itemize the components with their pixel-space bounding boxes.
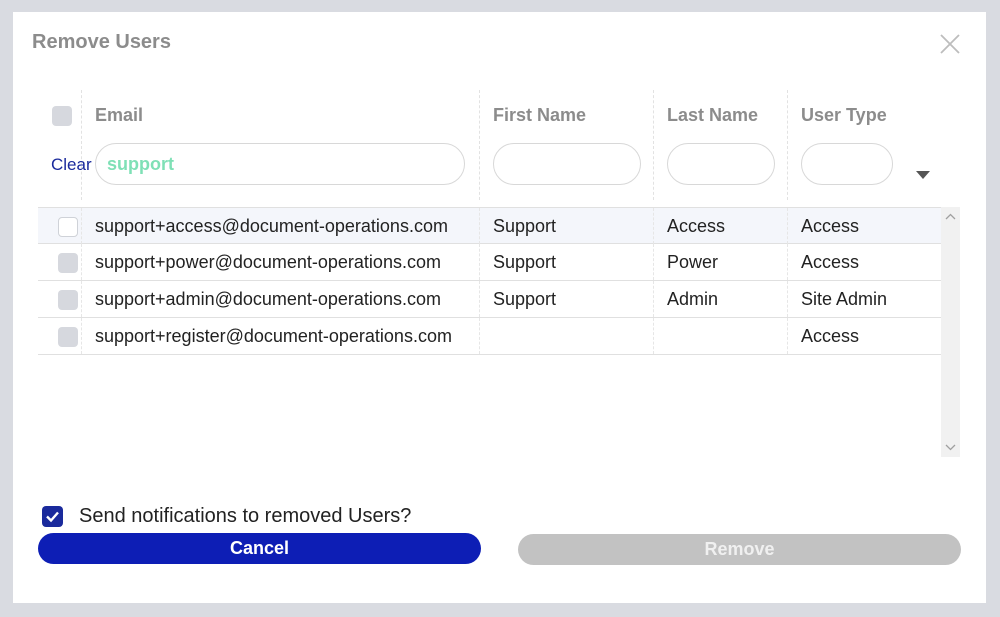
remove-button[interactable]: Remove xyxy=(518,534,961,565)
dialog-title: Remove Users xyxy=(32,31,171,53)
table-header: Clear Email First Name Last Name User Ty… xyxy=(38,90,941,200)
row-user-type: Access xyxy=(801,252,860,272)
table-scrollbar[interactable] xyxy=(941,207,960,457)
row-email: support+admin@document-operations.com xyxy=(95,289,441,309)
table-row[interactable]: support+register@document-operations.com… xyxy=(38,318,941,355)
close-icon[interactable] xyxy=(938,32,962,56)
email-filter-input[interactable] xyxy=(95,143,465,185)
first-name-column-header: First Name xyxy=(480,90,654,200)
row-last-name: Power xyxy=(667,252,719,272)
row-last-name: Admin xyxy=(667,289,719,309)
row-last-name xyxy=(654,326,667,346)
select-all-column: Clear xyxy=(38,90,92,200)
last-name-filter-input[interactable] xyxy=(667,143,775,185)
row-first-name xyxy=(480,326,493,346)
first-name-filter-input[interactable] xyxy=(493,143,641,185)
first-name-header[interactable]: First Name xyxy=(493,105,586,126)
row-email: support+access@document-operations.com xyxy=(95,216,448,236)
row-user-type: Access xyxy=(801,326,860,346)
row-email: support+power@document-operations.com xyxy=(95,252,441,272)
table-row[interactable]: support+access@document-operations.com S… xyxy=(38,207,941,244)
row-checkbox[interactable] xyxy=(58,217,78,237)
last-name-column-header: Last Name xyxy=(654,90,788,200)
user-type-filter-select[interactable] xyxy=(801,143,893,185)
user-type-column-header: User Type xyxy=(788,90,941,200)
cancel-button[interactable]: Cancel xyxy=(38,533,481,564)
row-user-type: Site Admin xyxy=(801,289,888,309)
row-checkbox[interactable] xyxy=(58,253,78,273)
notify-label[interactable]: Send notifications to removed Users? xyxy=(79,504,411,528)
table-row[interactable]: support+admin@document-operations.com Su… xyxy=(38,281,941,318)
chevron-down-icon[interactable] xyxy=(916,171,930,179)
table-row[interactable]: support+power@document-operations.com Su… xyxy=(38,244,941,281)
row-checkbox[interactable] xyxy=(58,327,78,347)
scroll-up-icon[interactable] xyxy=(941,209,960,225)
row-email: support+register@document-operations.com xyxy=(95,326,452,346)
row-first-name: Support xyxy=(493,289,557,309)
row-last-name: Access xyxy=(667,216,726,236)
row-first-name: Support xyxy=(493,216,557,236)
row-first-name: Support xyxy=(493,252,557,272)
notify-checkbox[interactable] xyxy=(42,506,63,527)
email-column-header: Email xyxy=(82,90,480,200)
last-name-header[interactable]: Last Name xyxy=(667,105,758,126)
user-type-header[interactable]: User Type xyxy=(801,105,887,126)
users-table-body: support+access@document-operations.com S… xyxy=(38,207,941,457)
email-header[interactable]: Email xyxy=(95,105,143,126)
scroll-down-icon[interactable] xyxy=(941,439,960,455)
remove-users-dialog: Remove Users Clear Email First Name Last… xyxy=(13,12,986,603)
row-user-type: Access xyxy=(801,216,860,236)
select-all-checkbox[interactable] xyxy=(52,106,72,126)
row-checkbox[interactable] xyxy=(58,290,78,310)
